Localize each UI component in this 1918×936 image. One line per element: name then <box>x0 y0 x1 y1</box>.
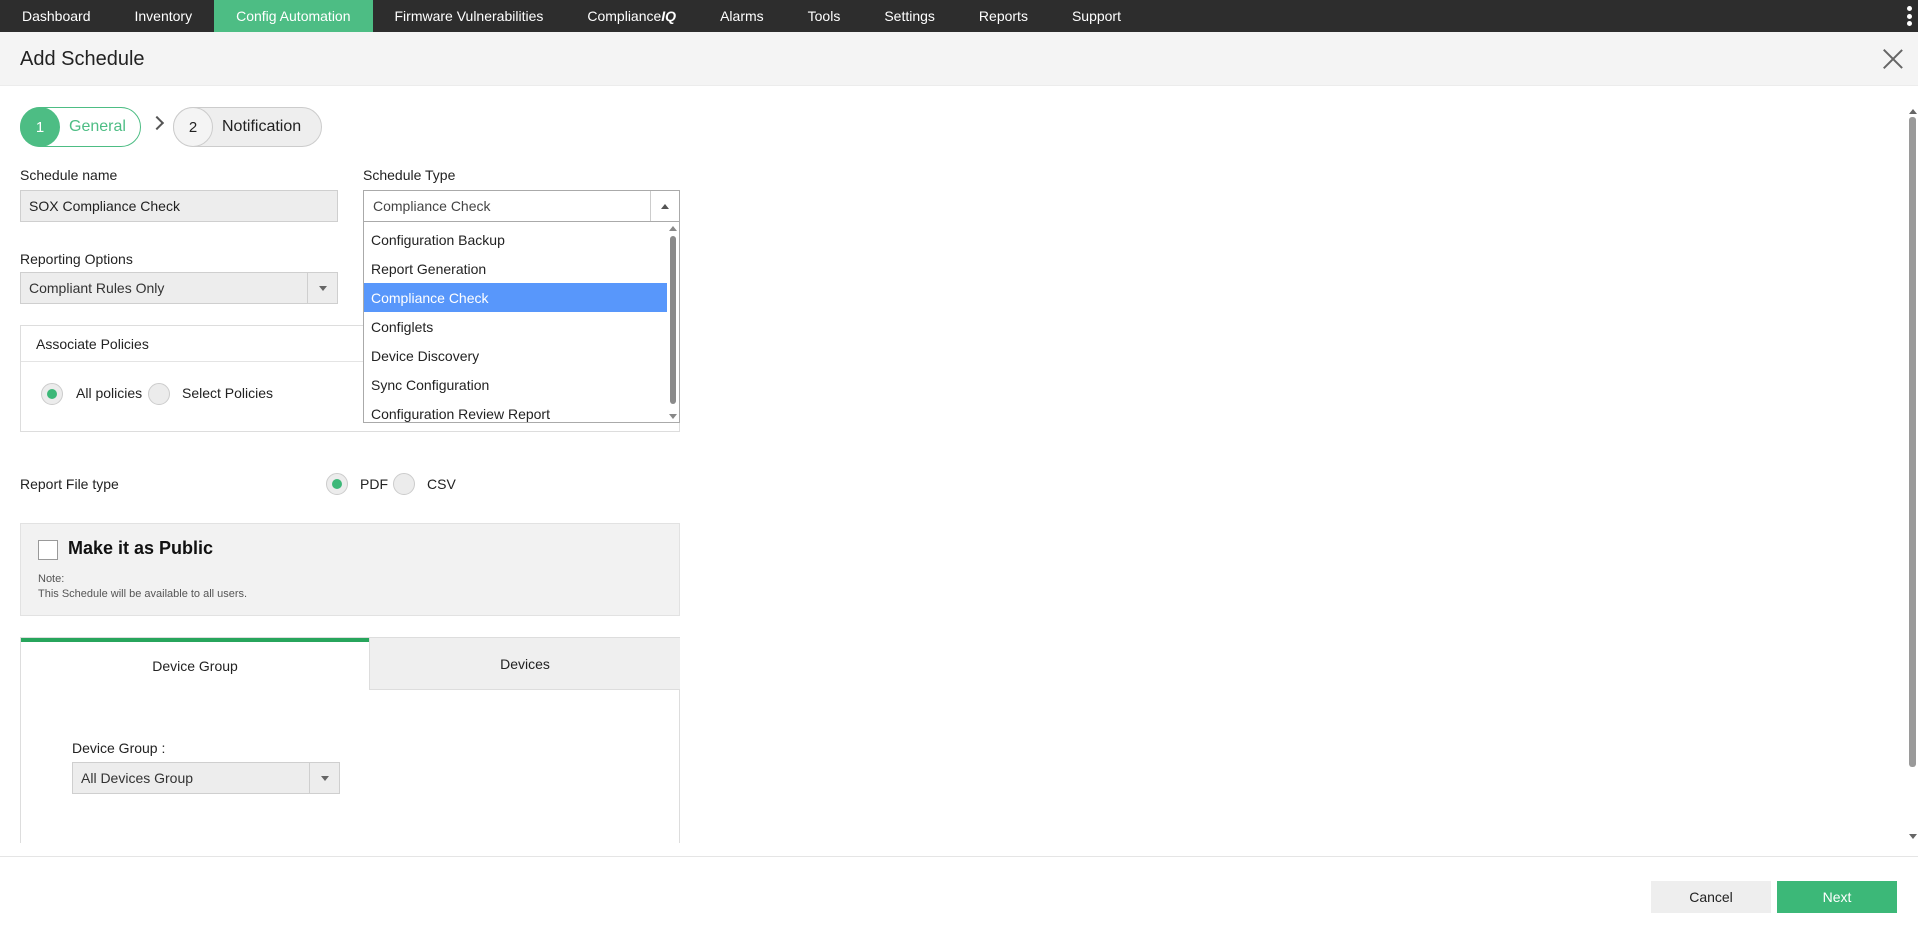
dropdown-scrollbar[interactable] <box>668 222 678 422</box>
device-group-label: Device Group : <box>72 740 166 756</box>
radio-select-policies[interactable] <box>148 383 170 405</box>
schedule-type-select[interactable]: Compliance Check <box>363 190 680 222</box>
nav-settings[interactable]: Settings <box>862 0 957 32</box>
top-nav: Dashboard Inventory Config Automation Fi… <box>0 0 1918 32</box>
scroll-down-icon[interactable] <box>1909 834 1917 839</box>
device-group-select[interactable]: All Devices Group <box>72 762 340 794</box>
dropdown-option[interactable]: Device Discovery <box>364 341 667 370</box>
device-group-value: All Devices Group <box>81 770 194 786</box>
scroll-up-icon[interactable] <box>669 226 677 231</box>
caret-up-icon[interactable] <box>650 191 679 221</box>
next-button[interactable]: Next <box>1777 881 1897 913</box>
reporting-options-label: Reporting Options <box>20 251 133 267</box>
step-notification-number: 2 <box>173 107 213 147</box>
nav-firmware-vulnerabilities[interactable]: Firmware Vulnerabilities <box>373 0 566 32</box>
dropdown-option[interactable]: Sync Configuration <box>364 370 667 399</box>
public-note-text: This Schedule will be available to all u… <box>38 588 248 600</box>
pdf-label: PDF <box>360 476 388 492</box>
scroll-thumb[interactable] <box>1909 117 1916 767</box>
radio-all-policies[interactable] <box>41 383 63 405</box>
schedule-type-label: Schedule Type <box>363 167 456 183</box>
step-notification[interactable]: 2 Notification <box>173 107 322 147</box>
tab-devices[interactable]: Devices <box>369 638 680 690</box>
radio-csv[interactable] <box>393 473 415 495</box>
dropdown-option[interactable]: Configlets <box>364 312 667 341</box>
dialog-footer: Cancel Next <box>0 856 1918 936</box>
kebab-menu-icon[interactable] <box>1906 6 1912 26</box>
nav-compliance-label: Compliance <box>587 8 662 24</box>
nav-support[interactable]: Support <box>1050 0 1143 32</box>
step-general-label: General <box>69 118 126 135</box>
close-icon[interactable] <box>1882 48 1904 70</box>
dialog-title: Add Schedule <box>20 48 145 70</box>
all-policies-label: All policies <box>76 385 143 401</box>
schedule-type-value: Compliance Check <box>373 198 491 214</box>
nav-tools[interactable]: Tools <box>786 0 863 32</box>
reporting-options-select[interactable]: Compliant Rules Only <box>20 272 338 304</box>
dropdown-option[interactable]: Report Generation <box>364 254 667 283</box>
chevron-right-icon <box>149 115 165 131</box>
csv-label: CSV <box>427 476 456 492</box>
report-file-type-label: Report File type <box>20 476 119 492</box>
schedule-type-dropdown: Configuration Backup Report Generation C… <box>363 222 680 423</box>
public-title: Make it as Public <box>68 538 214 558</box>
public-note-label: Note: <box>38 573 65 585</box>
tab-device-group[interactable]: Device Group <box>21 638 369 690</box>
step-general[interactable]: 1 General <box>20 107 141 147</box>
page-scrollbar[interactable] <box>1907 107 1918 841</box>
schedule-name-label: Schedule name <box>20 167 118 183</box>
dropdown-option-selected[interactable]: Compliance Check <box>364 283 667 312</box>
nav-dashboard[interactable]: Dashboard <box>0 0 113 32</box>
nav-alarms[interactable]: Alarms <box>698 0 786 32</box>
scroll-thumb[interactable] <box>670 236 676 404</box>
reporting-options-value: Compliant Rules Only <box>29 280 165 296</box>
scroll-down-icon[interactable] <box>669 414 677 419</box>
public-panel: Make it as Public Note: This Schedule wi… <box>20 523 680 616</box>
device-tabs-panel: Device Group Devices Device Group : All … <box>20 637 680 843</box>
nav-compliance-iq[interactable]: Compliance IQ <box>565 0 698 32</box>
nav-reports[interactable]: Reports <box>957 0 1050 32</box>
dialog-header: Add Schedule <box>0 32 1918 86</box>
cancel-button[interactable]: Cancel <box>1651 881 1771 913</box>
step-notification-label: Notification <box>222 118 302 135</box>
nav-config-automation[interactable]: Config Automation <box>214 0 373 32</box>
step-general-number: 1 <box>20 107 60 147</box>
dropdown-option[interactable]: Configuration Backup <box>364 225 667 254</box>
dropdown-option[interactable]: Configuration Review Report <box>364 399 667 428</box>
caret-down-icon[interactable] <box>307 273 337 303</box>
schedule-name-input[interactable]: SOX Compliance Check <box>20 190 338 222</box>
caret-down-icon[interactable] <box>309 763 339 793</box>
nav-inventory[interactable]: Inventory <box>113 0 215 32</box>
nav-compliance-iq-suffix: IQ <box>661 8 677 24</box>
scroll-up-icon[interactable] <box>1909 109 1917 114</box>
radio-pdf[interactable] <box>326 473 348 495</box>
select-policies-label: Select Policies <box>182 385 274 401</box>
public-checkbox[interactable] <box>38 540 58 560</box>
